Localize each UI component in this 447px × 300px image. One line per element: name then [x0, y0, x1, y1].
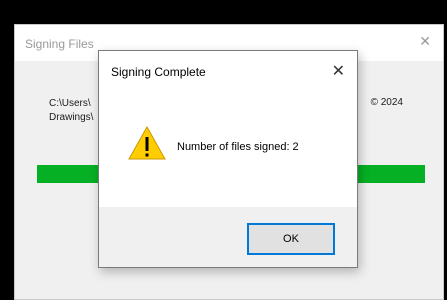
parent-window-title: Signing Files	[25, 37, 94, 51]
warning-icon	[128, 125, 166, 160]
dialog-close-icon[interactable]: ✕	[332, 61, 345, 80]
parent-close-icon[interactable]: ✕	[419, 34, 431, 50]
dialog-message: Number of files signed: 2	[177, 141, 299, 153]
signing-complete-dialog: Signing Complete ✕ Number of files signe…	[98, 50, 358, 268]
progress-bar-fill-left	[37, 165, 107, 183]
ok-button[interactable]: OK	[247, 223, 335, 255]
dialog-title: Signing Complete	[111, 65, 206, 79]
dialog-title-bar: Signing Complete ✕	[99, 51, 357, 95]
copyright-text: © 2024	[370, 97, 403, 108]
dialog-body: Number of files signed: 2	[99, 95, 357, 207]
